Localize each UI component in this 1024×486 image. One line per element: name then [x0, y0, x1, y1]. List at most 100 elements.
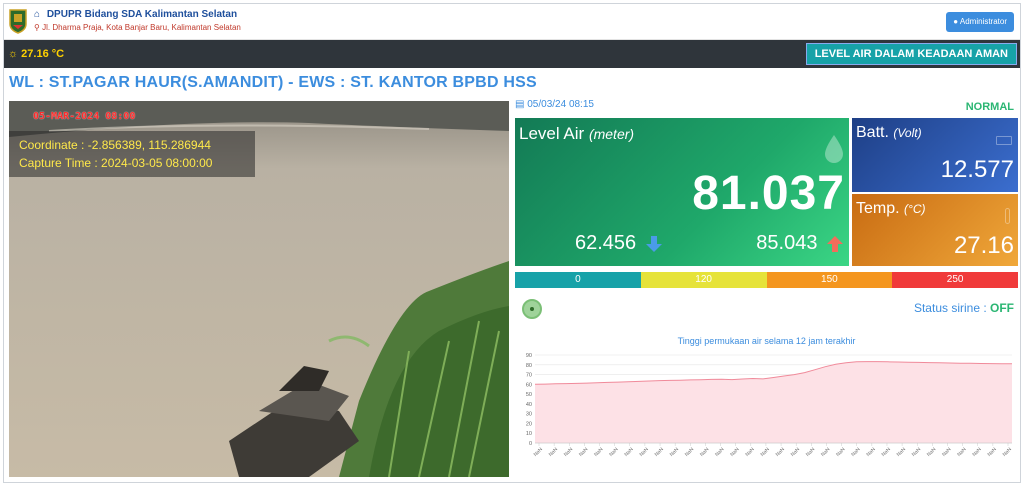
battery-label: Batt. — [856, 124, 889, 141]
water-level-min: 62.456 — [575, 232, 664, 255]
x-tick-label-6: NaN — [623, 446, 635, 458]
water-level-unit: (meter) — [588, 126, 635, 142]
user-icon: ● — [953, 17, 959, 26]
x-tick-label-8: NaN — [654, 446, 666, 458]
x-tick-label-14: NaN — [744, 446, 756, 458]
water-level-title: Level Air (meter) — [519, 124, 634, 144]
siren-status-label: Status sirine : — [913, 301, 990, 315]
x-tick-label-20: NaN — [835, 446, 847, 458]
station-title: WL : ST.PAGAR HAUR(S.AMANDIT) - EWS : ST… — [9, 74, 537, 91]
x-tick-label-22: NaN — [865, 446, 877, 458]
x-tick-label-15: NaN — [760, 446, 772, 458]
org-title: ⌂ DPUPR Bidang SDA Kalimantan Selatan — [34, 9, 237, 20]
water-level-chart[interactable]: 0102030405060708090NaN NaN NaN NaN NaN NaN NaN… — [515, 349, 1018, 477]
x-tick-label-30: NaN — [987, 446, 999, 458]
x-tick-label-11: NaN — [699, 446, 711, 458]
camera-capture-time: Capture Time : 2024-03-05 08:00:00 — [19, 156, 213, 170]
x-tick-label-13: NaN — [729, 446, 741, 458]
siren-status: Status sirine : OFF — [914, 301, 1014, 315]
arrow-down-icon — [645, 235, 662, 252]
x-tick-label-16: NaN — [775, 446, 787, 458]
org-address: ⚲ Jl. Dharma Praja, Kota Banjar Baru, Ka… — [34, 23, 241, 32]
x-tick-label-4: NaN — [593, 446, 605, 458]
reading-timestamp: ▤ 05/03/24 08:15 — [515, 99, 594, 110]
camera-info-overlay: Coordinate : -2.856389, 115.286944 Captu… — [9, 131, 255, 177]
province-logo — [9, 9, 27, 34]
x-tick-label-19: NaN — [820, 446, 832, 458]
water-level-max: 85.043 — [756, 232, 845, 255]
series-area-0 — [535, 361, 1012, 443]
x-tick-label-0: NaN — [533, 446, 545, 458]
camera-snapshot[interactable]: 05-MAR-2024 08:00 Coordinate : -2.856389… — [9, 101, 509, 477]
x-tick-label-17: NaN — [790, 446, 802, 458]
sun-icon: ☼ — [8, 48, 19, 60]
threshold-segment-2: 150 — [766, 272, 893, 288]
x-tick-label-18: NaN — [805, 446, 817, 458]
camera-date-stamp: 05-MAR-2024 08:00 — [33, 111, 136, 122]
y-tick-label-7: 70 — [526, 373, 532, 379]
y-tick-label-9: 90 — [526, 353, 532, 359]
page-frame: ⌂ DPUPR Bidang SDA Kalimantan Selatan ⚲ … — [3, 3, 1021, 483]
y-tick-label-5: 50 — [526, 392, 532, 398]
x-tick-label-3: NaN — [578, 446, 590, 458]
battery-unit: (Volt) — [893, 126, 922, 140]
water-drop-icon — [825, 135, 843, 163]
siren-status-value: OFF — [990, 301, 1014, 315]
battery-title: Batt. (Volt) — [856, 124, 922, 142]
camera-coordinate: Coordinate : -2.856389, 115.286944 — [19, 138, 211, 152]
reading-timestamp-text: 05/03/24 08:15 — [527, 99, 594, 110]
y-tick-label-8: 80 — [526, 363, 532, 369]
x-tick-label-23: NaN — [881, 446, 893, 458]
x-tick-label-2: NaN — [563, 446, 575, 458]
reading-status: NORMAL — [965, 101, 1014, 113]
map-marker-icon: ⚲ — [34, 23, 40, 32]
temperature-title: Temp. (°C) — [856, 200, 926, 218]
x-tick-label-28: NaN — [956, 446, 968, 458]
status-bar: ☼ 27.16 °C LEVEL AIR DALAM KEADAAN AMAN — [4, 40, 1020, 68]
y-tick-label-1: 10 — [526, 431, 532, 437]
x-tick-label-9: NaN — [669, 446, 681, 458]
x-tick-label-31: NaN — [1002, 446, 1014, 458]
water-level-label: Level Air — [519, 124, 585, 143]
threshold-bar: 0 120 150 250 — [515, 272, 1018, 288]
y-tick-label-3: 30 — [526, 412, 532, 418]
battery-card: Batt. (Volt) 12.577 — [852, 118, 1018, 192]
battery-value: 12.577 — [940, 156, 1014, 183]
water-level-value: 81.037 — [692, 167, 845, 220]
siren-indicator-icon[interactable] — [522, 299, 542, 319]
threshold-segment-0: 0 — [515, 272, 641, 288]
ambient-temperature: ☼ 27.16 °C — [8, 48, 64, 60]
temperature-unit: (°C) — [904, 202, 926, 216]
x-tick-label-5: NaN — [608, 446, 620, 458]
x-tick-label-24: NaN — [896, 446, 908, 458]
water-level-max-value: 85.043 — [756, 232, 818, 254]
arrow-up-icon — [827, 235, 843, 252]
ambient-temperature-value: 27.16 °C — [21, 48, 65, 60]
x-tick-label-1: NaN — [548, 446, 560, 458]
x-tick-label-25: NaN — [911, 446, 923, 458]
org-title-text: DPUPR Bidang SDA Kalimantan Selatan — [46, 9, 238, 20]
home-icon[interactable]: ⌂ — [34, 9, 40, 20]
administrator-label: Administrator — [959, 17, 1007, 26]
water-level-card: Level Air (meter) 81.037 62.456 85.043 — [515, 118, 849, 266]
x-tick-label-29: NaN — [971, 446, 983, 458]
thermometer-icon — [1005, 208, 1010, 224]
threshold-segment-1: 120 — [640, 272, 767, 288]
x-tick-label-10: NaN — [684, 446, 696, 458]
water-status-badge: LEVEL AIR DALAM KEADAAN AMAN — [805, 43, 1017, 65]
water-level-min-value: 62.456 — [575, 232, 637, 254]
x-tick-label-27: NaN — [941, 446, 953, 458]
org-address-text: Jl. Dharma Praja, Kota Banjar Baru, Kali… — [42, 23, 241, 32]
battery-icon — [996, 136, 1012, 145]
y-tick-label-0: 0 — [529, 441, 532, 447]
administrator-button[interactable]: ● Administrator — [946, 12, 1014, 32]
temperature-label: Temp. — [856, 200, 900, 217]
y-tick-label-6: 60 — [526, 382, 532, 388]
chart-title: Tinggi permukaan air selama 12 jam terak… — [677, 336, 856, 346]
x-tick-label-21: NaN — [850, 446, 862, 458]
calendar-icon: ▤ — [515, 99, 525, 110]
x-tick-label-7: NaN — [639, 446, 651, 458]
x-tick-label-26: NaN — [926, 446, 938, 458]
x-tick-label-12: NaN — [714, 446, 726, 458]
temperature-card: Temp. (°C) 27.16 — [852, 194, 1018, 266]
